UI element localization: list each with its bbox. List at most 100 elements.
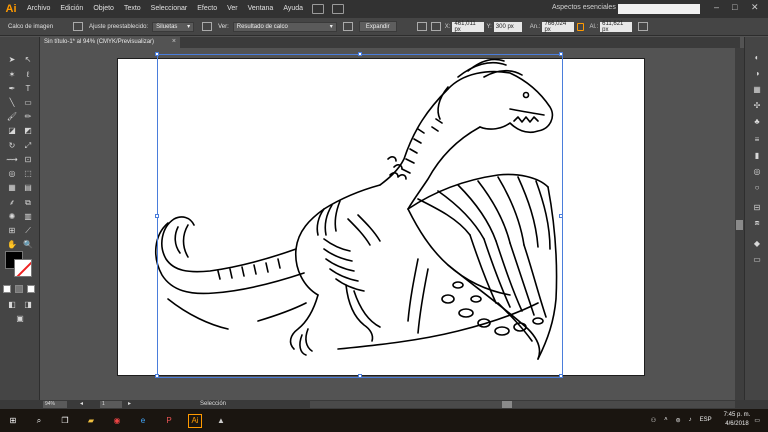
menu-ayuda[interactable]: Ayuda [278, 0, 308, 18]
hand-icon[interactable]: ✋ [6, 239, 18, 250]
search-input[interactable] [618, 4, 700, 14]
transparency-icon[interactable]: ◎ [751, 165, 763, 177]
handle-middle-left[interactable] [155, 214, 159, 218]
type-icon[interactable]: T [22, 83, 34, 94]
slice-icon[interactable]: ⟋ [22, 225, 34, 236]
blend-icon[interactable]: ⧉ [22, 197, 34, 208]
gradient-mode-icon[interactable] [15, 285, 23, 293]
artboards-icon[interactable]: ▭ [751, 253, 763, 265]
handle-bottom-right[interactable] [559, 374, 563, 378]
none-mode-icon[interactable] [27, 285, 35, 293]
handle-top-middle[interactable] [358, 52, 362, 56]
brushes-icon[interactable]: ✣ [751, 99, 763, 111]
network-icon[interactable]: ⊜ [676, 417, 681, 424]
arrange-documents-icon[interactable] [332, 4, 345, 14]
selection-icon[interactable]: ➤ [6, 54, 18, 65]
edge-icon[interactable]: e [136, 414, 150, 428]
constrain-lock-icon[interactable] [577, 22, 585, 31]
draw-behind-icon[interactable]: ◨ [22, 299, 34, 310]
handle-top-left[interactable] [155, 52, 159, 56]
scale-icon[interactable]: ⤢ [22, 140, 34, 151]
windows-start-icon[interactable]: ⊞ [6, 414, 20, 428]
horizontal-scrollbar[interactable] [310, 401, 735, 408]
horizontal-scroll-thumb[interactable] [502, 401, 512, 408]
menu-objeto[interactable]: Objeto [88, 0, 119, 18]
menu-archivo[interactable]: Archivo [22, 0, 55, 18]
notifications-icon[interactable]: ▭ [754, 417, 760, 424]
artboard-icon[interactable]: ⊞ [6, 225, 18, 236]
menu-ventana[interactable]: Ventana [243, 0, 279, 18]
symbols-icon[interactable]: ♣ [751, 115, 763, 127]
height-field[interactable]: 611,621 px [600, 21, 633, 33]
handle-bottom-left[interactable] [155, 374, 159, 378]
handle-top-right[interactable] [559, 52, 563, 56]
mesh-icon[interactable]: ▦ [6, 182, 18, 193]
line-icon[interactable]: ╲ [6, 97, 18, 108]
view-select[interactable]: Resultado de calco ▾ [232, 21, 337, 32]
swatches-icon[interactable]: ▦ [751, 83, 763, 95]
search-icon[interactable]: ⌕ [32, 414, 46, 428]
width-tool-icon[interactable]: ⟿ [6, 154, 18, 165]
panel-menu-icon[interactable] [638, 22, 649, 31]
handle-bottom-middle[interactable] [358, 374, 362, 378]
language-indicator[interactable]: ESP [700, 417, 712, 423]
rectangle-icon[interactable]: ▭ [22, 97, 34, 108]
appearance-icon[interactable]: ○ [751, 181, 763, 193]
zoom-field[interactable]: 94% [43, 401, 67, 408]
illustrator-icon[interactable]: Ai [188, 413, 202, 428]
file-explorer-icon[interactable]: ▰ [84, 414, 98, 428]
color-mode-icon[interactable] [3, 285, 11, 293]
color-guide-icon[interactable]: ◑ [751, 67, 763, 79]
vertical-scrollbar[interactable] [735, 48, 744, 400]
perspective-icon[interactable]: ⬚ [22, 168, 34, 179]
artboard-number-field[interactable]: 1 [100, 401, 122, 408]
close-tab-icon[interactable]: × [172, 38, 176, 45]
menu-seleccionar[interactable]: Seleccionar [146, 0, 193, 18]
expand-button[interactable]: Expandir [358, 21, 397, 32]
prev-artboard-icon[interactable]: ◂ [80, 400, 83, 407]
photos-icon[interactable]: ▲ [214, 414, 228, 428]
tab-document[interactable]: Sin título-1* al 94% (CMYK/Previsualizar… [40, 37, 180, 48]
vertical-scroll-thumb[interactable] [736, 220, 743, 230]
x-field[interactable]: 461,011 px [452, 21, 485, 33]
close-icon[interactable]: ✕ [751, 2, 759, 13]
people-icon[interactable]: ⚇ [651, 417, 656, 424]
eraser-icon[interactable]: ◩ [22, 125, 34, 136]
view-original-icon[interactable] [342, 22, 353, 31]
column-graph-icon[interactable]: ▥ [22, 211, 34, 222]
bridge-icon[interactable] [312, 4, 325, 14]
y-field[interactable]: 300 px [493, 21, 522, 32]
width-field[interactable]: 766,024 px [542, 21, 575, 33]
magic-wand-icon[interactable]: ✶ [6, 69, 18, 80]
align-panel-icon[interactable]: ⊟ [751, 201, 763, 213]
image-trace-panel-icon[interactable] [73, 22, 84, 31]
gradient-icon[interactable]: ▤ [22, 182, 34, 193]
next-artboard-icon[interactable]: ▸ [128, 400, 131, 407]
symbol-sprayer-icon[interactable]: ✺ [6, 211, 18, 222]
screen-mode-icon[interactable]: ▣ [14, 313, 26, 324]
menu-efecto[interactable]: Efecto [192, 0, 222, 18]
shape-builder-icon[interactable]: ◎ [6, 168, 18, 179]
shaper-icon[interactable]: ◪ [6, 125, 18, 136]
volume-icon[interactable]: ♪ [689, 417, 692, 423]
preset-select[interactable]: Siluetas ▾ [152, 21, 195, 32]
align-icon[interactable] [416, 22, 427, 31]
menu-edicion[interactable]: Edición [55, 0, 88, 18]
draw-mode-icon[interactable]: ◧ [6, 299, 18, 310]
pathfinder-icon[interactable]: ⧈ [751, 217, 763, 229]
minimize-icon[interactable]: – [714, 2, 719, 12]
lasso-icon[interactable]: ℓ [22, 69, 34, 80]
rotate-icon[interactable]: ↻ [6, 140, 18, 151]
handle-middle-right[interactable] [559, 214, 563, 218]
maximize-icon[interactable]: □ [732, 2, 737, 12]
selection-bounding-box[interactable] [155, 52, 563, 378]
free-transform-icon[interactable]: ⊡ [22, 154, 34, 165]
workspace-switcher[interactable]: Aspectos esenciales [552, 4, 616, 11]
pen-icon[interactable]: ✒ [6, 83, 18, 94]
task-view-icon[interactable]: ❐ [58, 414, 72, 428]
zoom-icon[interactable]: 🔍 [22, 239, 34, 250]
eyedropper-icon[interactable]: ⸙ [6, 197, 18, 208]
transform-icon[interactable] [430, 22, 441, 31]
paintbrush-icon[interactable]: 🖌 [6, 111, 18, 122]
trace-options-icon[interactable] [202, 22, 213, 31]
